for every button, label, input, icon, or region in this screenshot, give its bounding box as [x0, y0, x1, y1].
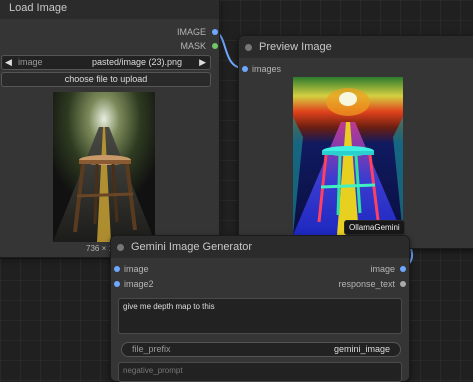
gemini-title-bar[interactable]: Gemini Image Generator	[111, 236, 409, 258]
loaded-image-preview	[53, 92, 155, 242]
input-images-socket[interactable]	[242, 66, 248, 72]
preview-image-output	[293, 77, 403, 235]
file-prefix-label: file_prefix	[132, 344, 171, 354]
output-mask-label: MASK	[180, 41, 206, 51]
input-image2-socket[interactable]	[114, 281, 120, 287]
image-combo-widget[interactable]: ◀ image pasted/image (23).png ▶	[1, 55, 211, 70]
file-prefix-value: gemini_image	[333, 344, 390, 354]
load-image-title-bar[interactable]: Load Image	[0, 0, 219, 19]
output-image-label: IMAGE	[176, 27, 206, 37]
output-response-text-socket[interactable]	[400, 281, 406, 287]
node-source-badge-text: OllamaGemini	[349, 223, 400, 232]
combo-left-arrow[interactable]: ◀	[5, 56, 12, 69]
prompt-textarea[interactable]: give me depth map to this	[118, 298, 402, 334]
input-images-label: images	[252, 64, 282, 74]
file-prefix-widget[interactable]: file_prefix gemini_image	[121, 342, 401, 357]
preview-image-title: Preview Image	[259, 41, 332, 53]
output-mask-socket[interactable]	[212, 43, 218, 49]
image-combo-value: pasted/image (23).png	[91, 57, 182, 67]
node-collapse-dot[interactable]	[117, 244, 124, 251]
node-source-badge: OllamaGemini	[344, 220, 405, 235]
output-image-label: image	[370, 264, 395, 274]
input-image-socket[interactable]	[114, 266, 120, 272]
negative-prompt-textarea[interactable]: negative_prompt	[118, 362, 402, 382]
preview-image-title-bar[interactable]: Preview Image	[239, 36, 473, 58]
upload-button-label: choose file to upload	[64, 74, 148, 84]
input-image-label: image	[124, 264, 149, 274]
negative-prompt-placeholder: negative_prompt	[123, 366, 183, 375]
output-image-socket[interactable]	[212, 29, 218, 35]
node-collapse-dot[interactable]	[245, 44, 252, 51]
load-image-node[interactable]: Load Image IMAGE MASK ◀ image pasted/ima…	[0, 0, 220, 258]
preview-image-node[interactable]: Preview Image images OllamaGemini	[238, 35, 473, 249]
gemini-title: Gemini Image Generator	[131, 241, 253, 253]
load-image-title: Load Image	[9, 2, 68, 14]
image-combo-label: image	[18, 57, 43, 67]
input-image2-label: image2	[124, 279, 154, 289]
gemini-image-generator-node[interactable]: Gemini Image Generator image image2 imag…	[110, 235, 410, 382]
combo-right-arrow[interactable]: ▶	[199, 56, 206, 69]
upload-button[interactable]: choose file to upload	[1, 72, 211, 87]
image-size-label: 736 × 1	[86, 244, 113, 253]
output-image-socket[interactable]	[400, 266, 406, 272]
output-response-text-label: response_text	[338, 279, 395, 289]
